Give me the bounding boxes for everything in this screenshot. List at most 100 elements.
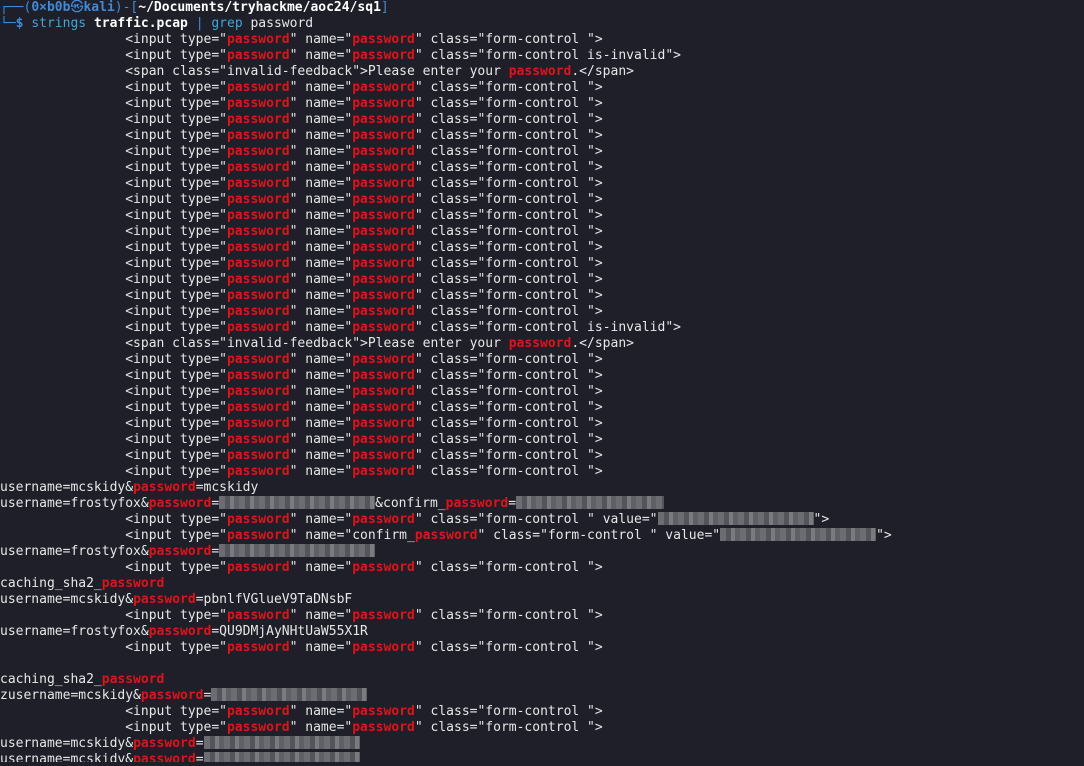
match-highlight: password (352, 432, 415, 447)
command-name: strings (31, 16, 87, 31)
output-text: " class="form-control "> (414, 368, 603, 383)
output-line: <input type="password" name="password" c… (0, 256, 1084, 272)
output-text: " class="form-control is-invalid"> (414, 320, 681, 335)
output-text: <input type=" (0, 128, 227, 143)
output-text: = (211, 496, 220, 511)
redacted-value (211, 688, 368, 701)
terminal-bottom-edge (0, 762, 1084, 766)
output-line: <span class="invalid-feedback">Please en… (0, 64, 1084, 80)
match-highlight: password (101, 672, 165, 687)
output-text: " name=" (289, 80, 353, 95)
output-text: " class="form-control "> (414, 80, 603, 95)
output-text: <input type=" (0, 640, 227, 655)
output-text: " name=" (289, 704, 353, 719)
match-highlight: password (226, 208, 290, 223)
command-grep-argument: password (250, 16, 314, 31)
output-text: " class="form-control "> (414, 272, 603, 287)
output-text: <input type=" (0, 208, 227, 223)
output-text: " class="form-control "> (414, 112, 603, 127)
match-highlight: password (226, 368, 290, 383)
match-highlight: password (226, 720, 290, 735)
output-text: <input type=" (0, 608, 227, 623)
output-text: " class="form-control "> (414, 224, 603, 239)
output-text: " name=" (289, 368, 353, 383)
output-text: =QU9DMjAyNHtUaW55X1R (211, 624, 368, 639)
output-text: " name=" (289, 720, 353, 735)
match-highlight: password (226, 176, 290, 191)
match-highlight: password (133, 592, 196, 607)
match-highlight: password (352, 416, 415, 431)
output-line: <input type="password" name="password" c… (0, 704, 1084, 720)
output-line: <input type="password" name="confirm_pas… (0, 528, 1084, 544)
redacted-value (657, 512, 814, 525)
output-text: " name=" (289, 112, 353, 127)
match-highlight: password (352, 144, 415, 159)
output-line: <input type="password" name="password" c… (0, 128, 1084, 144)
output-text: <input type=" (0, 144, 227, 159)
match-highlight: password (352, 720, 415, 735)
match-highlight: password (226, 128, 290, 143)
match-highlight: password (352, 240, 415, 255)
match-highlight: password (226, 640, 290, 655)
match-highlight: password (226, 384, 290, 399)
match-highlight: password (226, 608, 290, 623)
output-line: <input type="password" name="password" c… (0, 144, 1084, 160)
output-text: " name=" (289, 448, 353, 463)
match-highlight: password (352, 80, 415, 95)
match-highlight: password (352, 96, 415, 111)
match-highlight: password (226, 144, 290, 159)
output-text: <input type=" (0, 48, 227, 63)
output-text: <input type=" (0, 352, 227, 367)
output-line: <span class="invalid-feedback">Please en… (0, 336, 1084, 352)
match-highlight: password (352, 384, 415, 399)
output-text: <input type=" (0, 80, 227, 95)
output-line: <input type="password" name="password" c… (0, 432, 1084, 448)
match-highlight: password (414, 528, 478, 543)
redacted-value (219, 544, 376, 557)
output-line: <input type="password" name="password" c… (0, 176, 1084, 192)
redacted-value (720, 528, 877, 541)
redacted-value (219, 496, 376, 509)
terminal-window[interactable]: ┌──(0×b0b㉿kali)-[~/Documents/tryhackme/a… (0, 0, 1084, 766)
match-highlight: password (226, 32, 290, 47)
output-text: " name=" (289, 240, 353, 255)
output-text: " class="form-control "> (414, 448, 603, 463)
output-line: <input type="password" name="password" c… (0, 720, 1084, 736)
output-line: <input type="password" name="password" c… (0, 560, 1084, 576)
output-text: " class="form-control "> (414, 176, 603, 191)
output-line: <input type="password" name="password" c… (0, 320, 1084, 336)
match-highlight: password (352, 160, 415, 175)
output-line: zusername=mcskidy&password= (0, 688, 1084, 704)
output-text: zusername=mcskidy& (0, 688, 141, 703)
match-highlight: password (226, 560, 290, 575)
output-text: " name=" (289, 32, 353, 47)
output-text: " name=" (289, 144, 353, 159)
output-text: <input type=" (0, 432, 227, 447)
output-text: <input type=" (0, 224, 227, 239)
output-text: " name=" (289, 96, 353, 111)
output-text: " name=" (289, 288, 353, 303)
output-text: " class="form-control "> (414, 608, 603, 623)
match-highlight: password (226, 80, 290, 95)
command-pipe: | (195, 16, 204, 31)
match-highlight: password (352, 400, 415, 415)
match-highlight: password (226, 48, 290, 63)
match-highlight: password (352, 192, 415, 207)
output-line: username=frostyfox&password= &confirm_pas… (0, 496, 1084, 512)
output-text: = (211, 544, 220, 559)
command-line[interactable]: └─$ strings traffic.pcap | grep password (0, 16, 1084, 32)
match-highlight: password (226, 416, 290, 431)
match-highlight: password (148, 544, 212, 559)
match-highlight: password (148, 496, 212, 511)
output-line: <input type="password" name="password" c… (0, 48, 1084, 64)
match-highlight: password (352, 224, 415, 239)
output-line: <input type="password" name="password" c… (0, 448, 1084, 464)
output-text: caching_sha2_ (0, 576, 102, 591)
output-text: <input type=" (0, 240, 227, 255)
output-text: <input type=" (0, 176, 227, 191)
output-line: <input type="password" name="password" c… (0, 512, 1084, 528)
output-text: <span class="invalid-feedback">Please en… (0, 336, 509, 351)
output-text: &confirm_ (375, 496, 446, 511)
redacted-value (516, 496, 665, 509)
